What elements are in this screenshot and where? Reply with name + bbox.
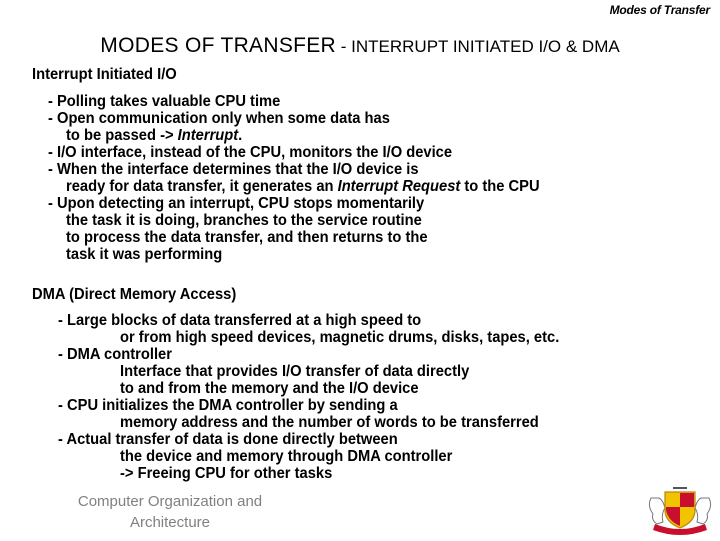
text-segment: to be passed -> — [66, 127, 178, 144]
interrupt-heading: Interrupt Initiated I/O — [32, 66, 177, 83]
emphasis-text: Interrupt — [177, 127, 239, 144]
footer-line-2: Architecture — [129, 514, 211, 531]
text-segment: to the CPU — [460, 178, 540, 195]
dma-line: - Large blocks of data transferred at a … — [58, 312, 422, 329]
dma-line: - CPU initializes the DMA controller by … — [58, 397, 398, 414]
dma-line: or from high speed devices, magnetic dru… — [120, 329, 560, 346]
title-sub: - INTERRUPT INITIATED I/O & DMA — [336, 37, 620, 56]
dma-line: memory address and the number of words t… — [120, 414, 539, 431]
footer-line-1: Computer Organization and — [77, 493, 263, 510]
header-label: Modes of Transfer — [609, 3, 711, 17]
dma-heading: DMA (Direct Memory Access) — [32, 286, 237, 303]
interrupt-line: task it was performing — [66, 246, 223, 263]
dma-line: - DMA controller — [58, 346, 172, 363]
interrupt-line: - I/O interface, instead of the CPU, mon… — [48, 144, 453, 161]
page-title: MODES OF TRANSFER - INTERRUPT INITIATED … — [0, 34, 720, 58]
dma-line: Interface that provides I/O transfer of … — [120, 363, 470, 380]
interrupt-line: the task it is doing, branches to the se… — [66, 212, 422, 229]
interrupt-line: to process the data transfer, and then r… — [66, 229, 428, 246]
interrupt-line: - Polling takes valuable CPU time — [48, 93, 281, 110]
footer-course-name: Computer Organization and Architecture — [0, 491, 340, 533]
interrupt-line: to be passed -> Interrupt. — [66, 127, 242, 144]
title-main: MODES OF TRANSFER — [100, 34, 337, 57]
dma-line: to and from the memory and the I/O devic… — [120, 380, 419, 397]
interrupt-line: - When the interface determines that the… — [48, 161, 419, 178]
dma-line: - Actual transfer of data is done direct… — [58, 431, 398, 448]
crest-logo-icon — [645, 478, 715, 536]
interrupt-line: - Open communication only when some data… — [48, 110, 390, 127]
emphasis-text: Interrupt Request — [337, 178, 461, 195]
interrupt-line: - Upon detecting an interrupt, CPU stops… — [48, 195, 425, 212]
interrupt-line: ready for data transfer, it generates an… — [66, 178, 540, 195]
text-segment: ready for data transfer, it generates an — [66, 178, 338, 195]
text-segment: . — [238, 127, 243, 144]
dma-line: the device and memory through DMA contro… — [120, 448, 453, 465]
dma-line: -> Freeing CPU for other tasks — [120, 465, 333, 482]
